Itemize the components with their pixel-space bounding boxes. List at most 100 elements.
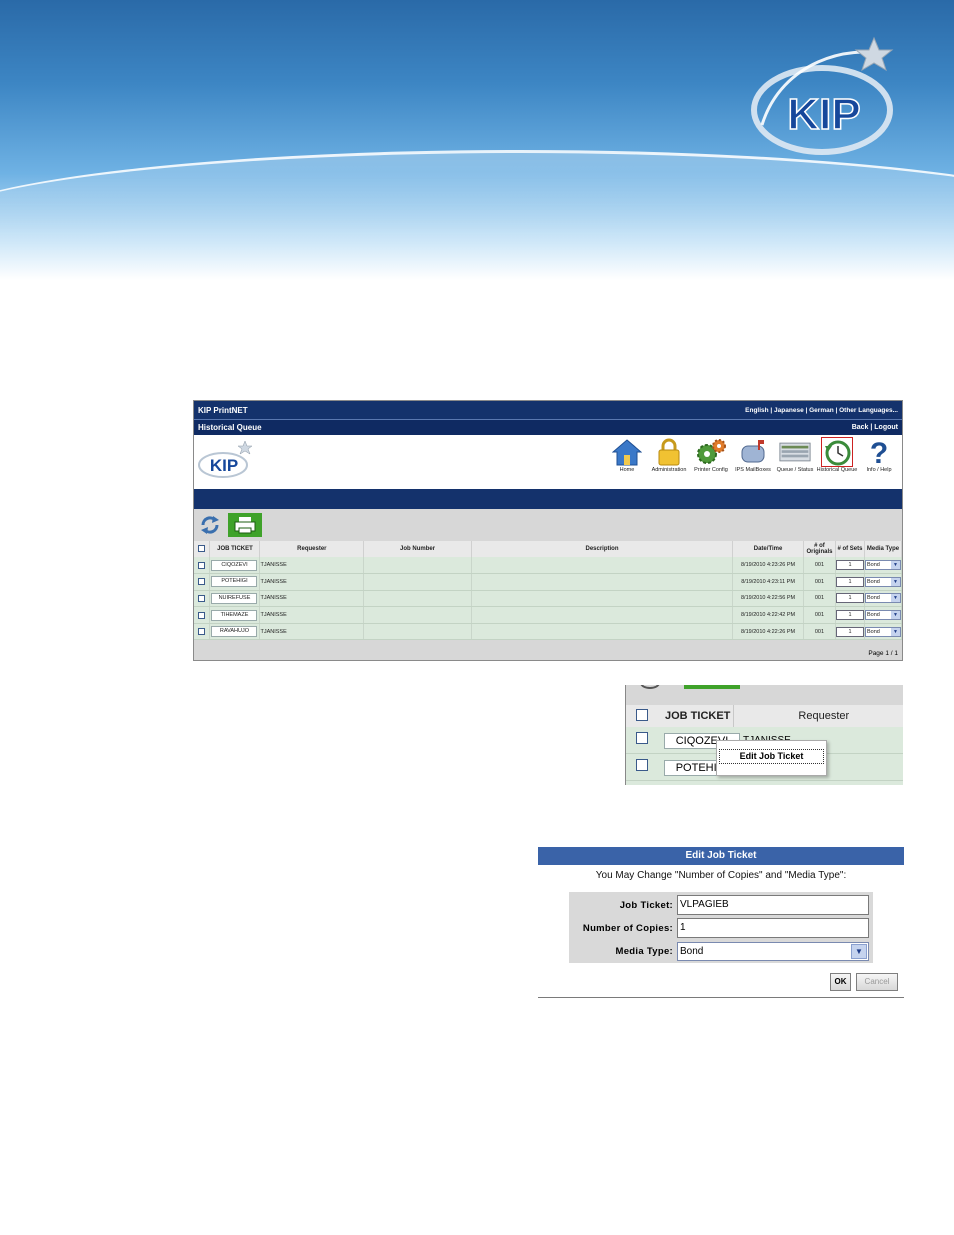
media-type-value: Bond bbox=[867, 562, 880, 569]
originals-cell: 001 bbox=[803, 606, 836, 624]
job-ticket-button[interactable]: CIQOZEVI bbox=[211, 559, 258, 571]
media-type-select[interactable]: Bond ▼ bbox=[865, 626, 901, 637]
main-nav: Home Administration Printer Config IPS M… bbox=[606, 437, 900, 473]
refresh-button[interactable] bbox=[198, 513, 222, 537]
printnet-window: KIP PrintNET English | Japanese | German… bbox=[193, 400, 903, 661]
row-checkbox[interactable] bbox=[636, 732, 648, 744]
select-all-checkbox[interactable] bbox=[198, 545, 206, 553]
back-logout-links[interactable]: Back | Logout bbox=[852, 424, 898, 431]
originals-cell: 001 bbox=[803, 623, 836, 641]
sets-input[interactable]: 1 bbox=[835, 593, 864, 604]
job-number-cell bbox=[363, 573, 472, 591]
col-job-ticket[interactable]: JOB TICKET bbox=[209, 541, 261, 557]
table-row[interactable]: POTEHIGI TJANISSE 8/19/2010 4:23:11 PM 0… bbox=[194, 573, 902, 591]
zoom-col-job-ticket[interactable]: JOB TICKET bbox=[665, 710, 730, 722]
nav-home[interactable]: Home bbox=[606, 437, 648, 473]
date-time-cell: 8/19/2010 4:22:26 PM bbox=[732, 623, 804, 641]
nav-ips-mailboxes[interactable]: IPS MailBoxes bbox=[732, 437, 774, 473]
date-time-cell: 8/19/2010 4:23:26 PM bbox=[732, 557, 804, 575]
media-type-value: Bond bbox=[867, 628, 880, 635]
chevron-down-icon: ▼ bbox=[891, 611, 900, 620]
row-checkbox[interactable] bbox=[198, 561, 206, 569]
dialog-title: Edit Job Ticket bbox=[538, 847, 904, 865]
chevron-down-icon: ▼ bbox=[891, 594, 900, 603]
row-checkbox[interactable] bbox=[636, 759, 648, 771]
app-header: KIP Home Administration Printer Config I… bbox=[194, 435, 902, 489]
media-type-select[interactable]: Bond ▼ bbox=[865, 560, 901, 571]
home-icon bbox=[612, 439, 642, 466]
col-description[interactable]: Description bbox=[471, 541, 734, 557]
queue-icon bbox=[779, 442, 811, 462]
refresh-icon bbox=[201, 516, 219, 534]
originals-cell: 001 bbox=[803, 573, 836, 591]
dialog-message: You May Change "Number of Copies" and "M… bbox=[595, 870, 847, 881]
nav-info-help[interactable]: ? Info / Help bbox=[858, 437, 900, 473]
gears-icon bbox=[697, 439, 726, 464]
media-type-select[interactable]: Bond ▼ bbox=[865, 576, 901, 587]
row-checkbox[interactable] bbox=[198, 628, 206, 636]
print-button[interactable] bbox=[228, 513, 262, 537]
zoom-toolbar-strip bbox=[626, 685, 903, 705]
table-row[interactable]: CIQOZEVI TJANISSE 8/19/2010 4:23:26 PM 0… bbox=[194, 557, 902, 575]
col-media-type[interactable]: Media Type bbox=[864, 541, 902, 557]
job-ticket-button[interactable]: NUIREFUSE bbox=[211, 592, 258, 604]
historical-queue-table: JOB TICKET Requester Job Number Descript… bbox=[194, 541, 902, 641]
date-time-cell: 8/19/2010 4:22:42 PM bbox=[732, 606, 804, 624]
title-bar: KIP PrintNET English | Japanese | German… bbox=[194, 401, 902, 419]
media-type-value: Bond bbox=[867, 595, 880, 602]
job-number-cell bbox=[363, 623, 472, 641]
job-ticket-field[interactable]: VLPAGIEB bbox=[677, 895, 869, 915]
row-checkbox[interactable] bbox=[198, 611, 206, 619]
sets-input[interactable]: 1 bbox=[835, 626, 864, 637]
col-originals[interactable]: # of Originals bbox=[803, 541, 836, 557]
media-type-value: Bond bbox=[867, 578, 880, 585]
language-links[interactable]: English | Japanese | German | Other Lang… bbox=[745, 407, 898, 414]
requester-cell: TJANISSE bbox=[259, 557, 365, 575]
queue-toolbar bbox=[194, 509, 902, 541]
nav-historical-queue[interactable]: Historical Queue bbox=[816, 437, 858, 473]
zoom-col-requester[interactable]: Requester bbox=[798, 710, 849, 722]
requester-cell: TJANISSE bbox=[259, 606, 365, 624]
table-row[interactable]: NUIREFUSE TJANISSE 8/19/2010 4:22:56 PM … bbox=[194, 590, 902, 608]
originals-cell: 001 bbox=[803, 557, 836, 575]
cancel-button[interactable]: Cancel bbox=[856, 973, 898, 991]
chevron-down-icon: ▼ bbox=[891, 577, 900, 586]
nav-queue-status[interactable]: Queue / Status bbox=[774, 437, 816, 473]
job-ticket-row: Job Ticket: VLPAGIEB bbox=[569, 895, 873, 915]
col-sets[interactable]: # of Sets bbox=[835, 541, 866, 557]
media-type-select[interactable]: Bond ▼ bbox=[865, 593, 901, 604]
row-checkbox[interactable] bbox=[198, 594, 206, 602]
col-job-number[interactable]: Job Number bbox=[363, 541, 472, 557]
select-all-checkbox[interactable] bbox=[636, 708, 648, 721]
nav-ips-mailboxes-label: IPS MailBoxes bbox=[735, 467, 771, 473]
edit-job-ticket-dialog: Edit Job Ticket You May Change "Number o… bbox=[538, 847, 904, 998]
description-cell bbox=[471, 573, 734, 591]
originals-cell: 001 bbox=[803, 590, 836, 608]
sets-input[interactable]: 1 bbox=[835, 576, 864, 587]
edit-job-ticket-menu-item[interactable]: Edit Job Ticket bbox=[719, 749, 824, 764]
banner-swoosh bbox=[0, 150, 954, 280]
col-date-time[interactable]: Date/Time bbox=[732, 541, 804, 557]
job-ticket-button[interactable]: POTEHIGI bbox=[211, 576, 258, 588]
copies-field[interactable]: 1 bbox=[677, 918, 869, 938]
job-number-cell bbox=[363, 606, 472, 624]
col-requester[interactable]: Requester bbox=[259, 541, 365, 557]
job-ticket-button[interactable]: TIHEMAZE bbox=[211, 609, 258, 621]
row-checkbox[interactable] bbox=[198, 578, 206, 586]
media-type-select[interactable]: Bond ▼ bbox=[677, 941, 869, 961]
table-row[interactable]: TIHEMAZE TJANISSE 8/19/2010 4:22:42 PM 0… bbox=[194, 606, 902, 624]
sets-input[interactable]: 1 bbox=[835, 560, 864, 571]
edit-form: Job Ticket: VLPAGIEB Number of Copies: 1… bbox=[569, 892, 873, 963]
job-ticket-button[interactable]: RAVAHUJO bbox=[211, 626, 258, 638]
table-row[interactable]: RAVAHUJO TJANISSE 8/19/2010 4:22:26 PM 0… bbox=[194, 623, 902, 641]
nav-home-label: Home bbox=[619, 467, 635, 473]
nav-administration[interactable]: Administration bbox=[648, 437, 690, 473]
description-cell bbox=[471, 623, 734, 641]
sets-input[interactable]: 1 bbox=[835, 610, 864, 621]
job-number-cell bbox=[363, 590, 472, 608]
nav-queue-status-label: Queue / Status bbox=[776, 467, 814, 473]
ok-button[interactable]: OK bbox=[830, 973, 851, 991]
media-type-select[interactable]: Bond ▼ bbox=[865, 610, 901, 621]
date-time-cell: 8/19/2010 4:22:56 PM bbox=[732, 590, 804, 608]
nav-printer-config[interactable]: Printer Config bbox=[690, 437, 732, 473]
